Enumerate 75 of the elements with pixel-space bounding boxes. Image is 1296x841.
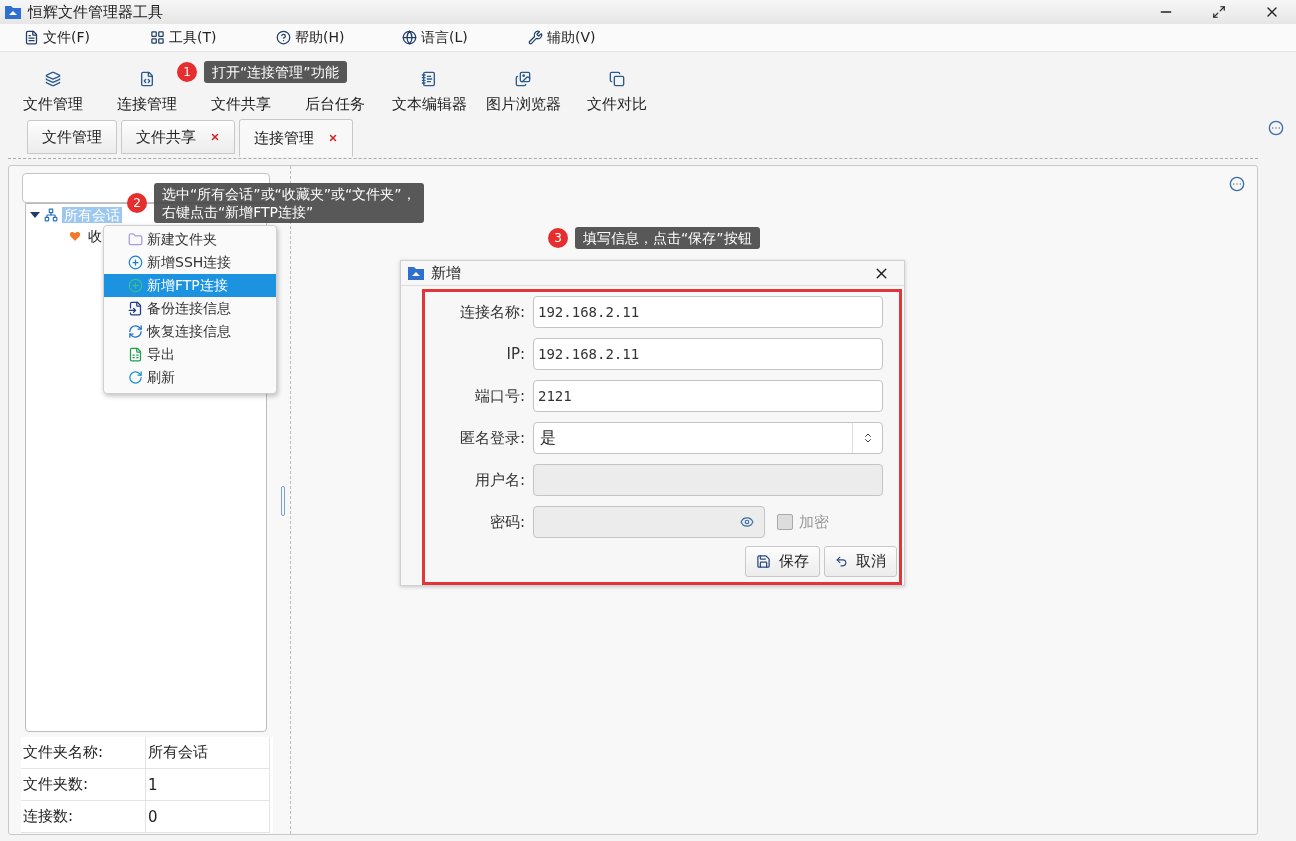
menu-item[interactable]: 帮助(H)	[276, 28, 402, 47]
globe-icon	[402, 30, 417, 45]
save-icon	[756, 554, 771, 569]
info-label: 文件夹名称:	[21, 737, 146, 769]
dialog-title: 新增	[431, 263, 462, 283]
info-value: 1	[146, 769, 270, 801]
text-field[interactable]: 192.168.2.11	[533, 296, 883, 328]
field-label: 端口号:	[473, 386, 526, 406]
maximize-icon[interactable]	[1212, 5, 1226, 19]
toolbar-button[interactable]: 文件对比	[570, 71, 664, 114]
field-label: IP:	[505, 345, 526, 363]
menu-item[interactable]: 辅助(V)	[528, 28, 654, 47]
favorite-folder-icon	[68, 228, 82, 243]
toolbar-button[interactable]: 文本编辑器	[382, 71, 476, 114]
window-title: 恒辉文件管理器工具	[28, 2, 164, 22]
field-label: 匿名登录:	[458, 428, 526, 448]
menu-item[interactable]: 文件(F)	[24, 28, 150, 47]
save-button[interactable]: 保存	[745, 546, 820, 577]
tab[interactable]: 连接管理	[239, 119, 353, 157]
cancel-button[interactable]: 取消	[824, 546, 897, 577]
tab[interactable]: 文件管理	[27, 120, 117, 154]
info-label: 文件夹数:	[21, 769, 146, 801]
field-label: 用户名:	[473, 470, 526, 490]
field-label: 密码:	[488, 512, 526, 532]
close-tab-icon[interactable]	[210, 132, 220, 142]
app-icon	[4, 4, 22, 20]
tooltip-text: 填写信息，点击“保存”按钮	[583, 229, 752, 247]
notebook-icon	[421, 71, 437, 87]
expand-caret-icon[interactable]	[30, 211, 40, 218]
plus-icon	[128, 278, 143, 293]
menu-item[interactable]: 语言(L)	[402, 28, 528, 47]
network-icon	[44, 207, 58, 222]
plus-icon	[128, 255, 143, 270]
code-window-icon	[139, 71, 155, 87]
context-menu-item[interactable]: 新增SSH连接	[104, 251, 276, 274]
tree-item[interactable]: 收	[86, 227, 104, 244]
more-icon[interactable]	[1268, 120, 1284, 136]
splitter-handle[interactable]	[281, 486, 285, 516]
more-icon[interactable]	[1229, 176, 1245, 192]
tooltip-text: 右键点击“新增FTP连接”	[162, 203, 315, 221]
info-label: 连接数:	[21, 801, 146, 833]
info-value: 所有会话	[146, 737, 270, 769]
copy-icon	[609, 71, 625, 87]
toolbar-button[interactable]: 文件管理	[6, 71, 100, 114]
text-field[interactable]: 192.168.2.11	[533, 338, 883, 370]
checkbox-label: 加密	[799, 512, 829, 532]
spreadsheet-icon	[128, 347, 143, 362]
tab[interactable]: 文件共享	[121, 120, 235, 154]
context-menu-item[interactable]: 刷新	[104, 366, 276, 389]
tooltip-text: 打开“连接管理”功能	[212, 63, 339, 81]
context-menu-item[interactable]: 备份连接信息	[104, 297, 276, 320]
file-icon	[24, 30, 39, 45]
wrench-icon	[528, 30, 543, 45]
tooltip-text: 选中“所有会话”或“收藏夹”或“文件夹”，	[162, 185, 416, 203]
step-badge: 1	[177, 62, 197, 82]
folder-icon	[128, 232, 143, 247]
toolbar-button[interactable]: 图片浏览器	[476, 71, 570, 114]
layers-icon	[45, 71, 61, 87]
images-icon	[515, 71, 531, 87]
app-icon	[407, 265, 425, 281]
undo-icon	[835, 555, 848, 568]
context-menu-item[interactable]: 恢复连接信息	[104, 320, 276, 343]
info-value: 0	[146, 801, 270, 833]
context-menu-item[interactable]: 新建文件夹	[104, 228, 276, 251]
grid-icon	[150, 30, 165, 45]
refresh-icon	[128, 370, 143, 385]
select-field[interactable]: 是	[533, 422, 883, 454]
menu-item[interactable]: 工具(T)	[150, 28, 276, 47]
field-label: 连接名称:	[458, 302, 526, 322]
help-icon	[276, 30, 291, 45]
import-icon	[128, 301, 143, 316]
refresh-icon	[128, 324, 143, 339]
close-tab-icon[interactable]	[328, 133, 338, 143]
context-menu-item[interactable]: 导出	[104, 343, 276, 366]
text-field[interactable]: 2121	[533, 380, 883, 412]
